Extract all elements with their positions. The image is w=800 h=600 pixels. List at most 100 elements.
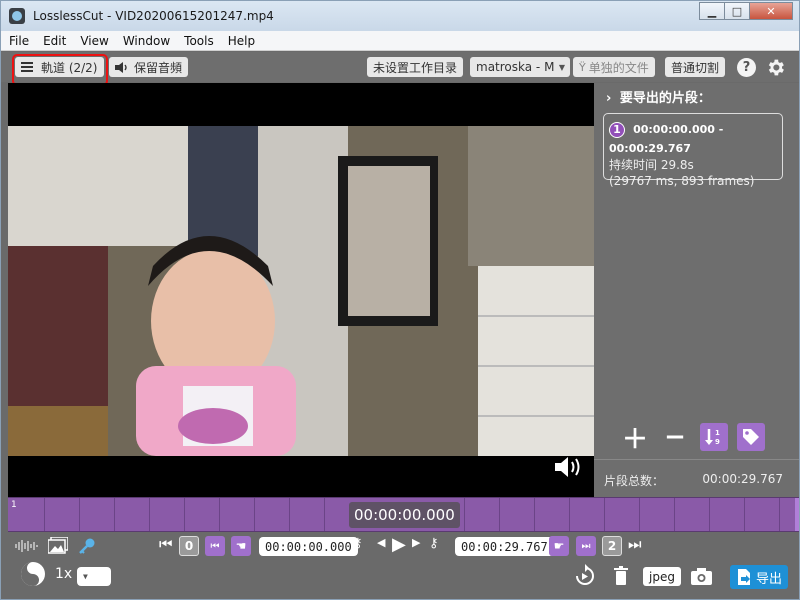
yin-yang-icon[interactable] xyxy=(20,561,46,587)
set-cut-start-button[interactable]: ☚ xyxy=(231,536,251,556)
timeline-tick xyxy=(79,498,80,531)
maximize-button[interactable]: □ xyxy=(724,2,750,20)
timeline-tick xyxy=(534,498,535,531)
timeline-tick xyxy=(639,498,640,531)
speaker-icon xyxy=(115,61,127,73)
hand-point-right-icon: ☛ xyxy=(553,539,565,553)
title-bar: LosslessCut - VID20200615201247.mp4 ▁ □ … xyxy=(1,1,799,31)
timeline-tick xyxy=(219,498,220,531)
plus-icon: ＋ xyxy=(621,424,648,455)
app-window: LosslessCut - VID20200615201247.mp4 ▁ □ … xyxy=(0,0,800,600)
minimize-button[interactable]: ▁ xyxy=(699,2,725,20)
timeline[interactable]: 1 00:00:00.000 xyxy=(8,497,799,532)
segments-panel: › 要导出的片段： 1 00:00:00.000 - 00:00:29.767 … xyxy=(594,83,799,497)
window-title: LosslessCut - VID20200615201247.mp4 xyxy=(33,9,274,23)
menu-view[interactable]: View xyxy=(74,34,114,48)
gear-icon[interactable] xyxy=(765,57,786,78)
jump-cut-end-button[interactable]: ⏭ xyxy=(576,536,596,556)
segment-details: (29767 ms, 893 frames) xyxy=(609,174,755,188)
start-segment-index[interactable]: 0 xyxy=(179,536,199,556)
cut-mode-button[interactable]: 普通切割 xyxy=(665,57,726,77)
menu-window[interactable]: Window xyxy=(117,34,176,48)
screenshot-format-select[interactable]: jpeg xyxy=(643,567,681,586)
export-label: 导出 xyxy=(755,571,782,587)
tag-segments-button[interactable] xyxy=(737,423,765,451)
timeline-tick xyxy=(324,498,325,531)
top-toolbar: 軌道 (2/2) 保留音頻 未设置工作目录 matroska - M ▼ Ÿ 单… xyxy=(1,52,799,82)
segment-card[interactable]: 1 00:00:00.000 - 00:00:29.767 持续时间 29.8s… xyxy=(603,113,783,188)
speed-select[interactable]: ▼ xyxy=(77,567,111,586)
menu-file[interactable]: File xyxy=(3,34,35,48)
play-icon[interactable]: ▶ xyxy=(392,534,406,555)
workdir-button[interactable]: 未设置工作目录 xyxy=(367,57,464,77)
volume-icon[interactable] xyxy=(553,455,585,479)
timeline-current-time: 00:00:00.000 xyxy=(349,502,460,528)
add-segment-button[interactable]: ＋ xyxy=(621,423,649,455)
app-icon xyxy=(9,8,25,24)
separate-files-label: 单独的文件 xyxy=(588,60,649,75)
segments-header[interactable]: › 要导出的片段： xyxy=(606,87,711,106)
segment-end-marker xyxy=(795,498,799,531)
video-frame xyxy=(8,126,594,456)
rotate-icon[interactable] xyxy=(573,564,597,588)
cut-start-time-input[interactable]: 00:00:00.000 xyxy=(259,537,358,556)
set-cut-end-button[interactable]: ☛ xyxy=(549,536,569,556)
segment-start-marker: 1 xyxy=(11,500,17,510)
keep-audio-button[interactable]: 保留音頻 xyxy=(109,57,189,77)
key-frame-prev-icon[interactable]: ⚷ xyxy=(353,536,363,551)
remove-segment-button[interactable]: − xyxy=(661,422,689,452)
help-icon[interactable]: ? xyxy=(737,58,756,77)
bottom-controls: ⏮ 0 ⏮ ☚ 00:00:00.000 ⚷ ◀ ▶ ▶ ⚷ 00:00:29.… xyxy=(1,532,799,599)
sort-segments-button[interactable]: 1 9 xyxy=(700,423,728,451)
menu-bar: File Edit View Window Tools Help xyxy=(1,31,799,51)
segment-duration: 持续时间 29.8s xyxy=(609,158,694,172)
key-icon[interactable] xyxy=(78,537,96,555)
export-button[interactable]: 导出 xyxy=(730,565,788,589)
timeline-tick xyxy=(779,498,780,531)
step-back-icon[interactable]: ◀ xyxy=(377,536,385,549)
key-frame-next-icon[interactable]: ⚷ xyxy=(429,536,439,551)
chevron-down-icon: ▼ xyxy=(83,572,88,581)
menu-tools[interactable]: Tools xyxy=(178,34,220,48)
keep-audio-label: 保留音頻 xyxy=(134,60,183,75)
timeline-tick xyxy=(254,498,255,531)
end-segment-index[interactable]: 2 xyxy=(602,536,622,556)
timeline-tick xyxy=(604,498,605,531)
segment-number-badge: 1 xyxy=(609,121,625,138)
timeline-tick xyxy=(744,498,745,531)
skip-end-icon: ⏭ xyxy=(581,540,591,552)
step-forward-icon[interactable]: ▶ xyxy=(412,536,420,549)
camera-icon[interactable] xyxy=(691,568,712,585)
playback-speed: 1x xyxy=(55,566,73,582)
video-player[interactable] xyxy=(8,83,594,497)
segments-total-value: 00:00:29.767 xyxy=(702,472,783,486)
menu-help[interactable]: Help xyxy=(222,34,261,48)
timeline-tick xyxy=(499,498,500,531)
timeline-tick xyxy=(149,498,150,531)
cut-end-time-input[interactable]: 00:00:29.767 xyxy=(455,537,554,556)
svg-text:1: 1 xyxy=(715,429,720,437)
fork-icon: Ÿ xyxy=(579,60,586,74)
segment-range: 00:00:00.000 - 00:00:29.767 xyxy=(609,123,724,155)
timeline-tick xyxy=(569,498,570,531)
jump-end-icon[interactable]: ⏭ xyxy=(628,535,642,553)
separate-files-button[interactable]: Ÿ 单独的文件 xyxy=(573,57,655,77)
image-icon[interactable] xyxy=(48,537,68,554)
chevron-right-icon: › xyxy=(606,91,612,106)
jump-cut-start-button[interactable]: ⏮ xyxy=(205,536,225,556)
jump-start-icon[interactable]: ⏮ xyxy=(159,535,173,553)
close-button[interactable]: ✕ xyxy=(749,2,793,20)
tracks-highlight xyxy=(12,54,108,86)
format-select[interactable]: matroska - M ▼ xyxy=(470,57,570,77)
export-file-icon xyxy=(737,569,750,585)
sort-numeric-icon: 1 9 xyxy=(705,429,720,446)
trash-icon[interactable] xyxy=(613,566,629,585)
chevron-down-icon: ▼ xyxy=(558,62,565,72)
waveform-icon[interactable] xyxy=(14,539,40,553)
timeline-tick xyxy=(44,498,45,531)
menu-edit[interactable]: Edit xyxy=(37,34,72,48)
video-content-image xyxy=(8,126,594,456)
skip-start-icon: ⏮ xyxy=(210,540,220,552)
timeline-tick xyxy=(114,498,115,531)
minus-icon: − xyxy=(664,422,686,452)
